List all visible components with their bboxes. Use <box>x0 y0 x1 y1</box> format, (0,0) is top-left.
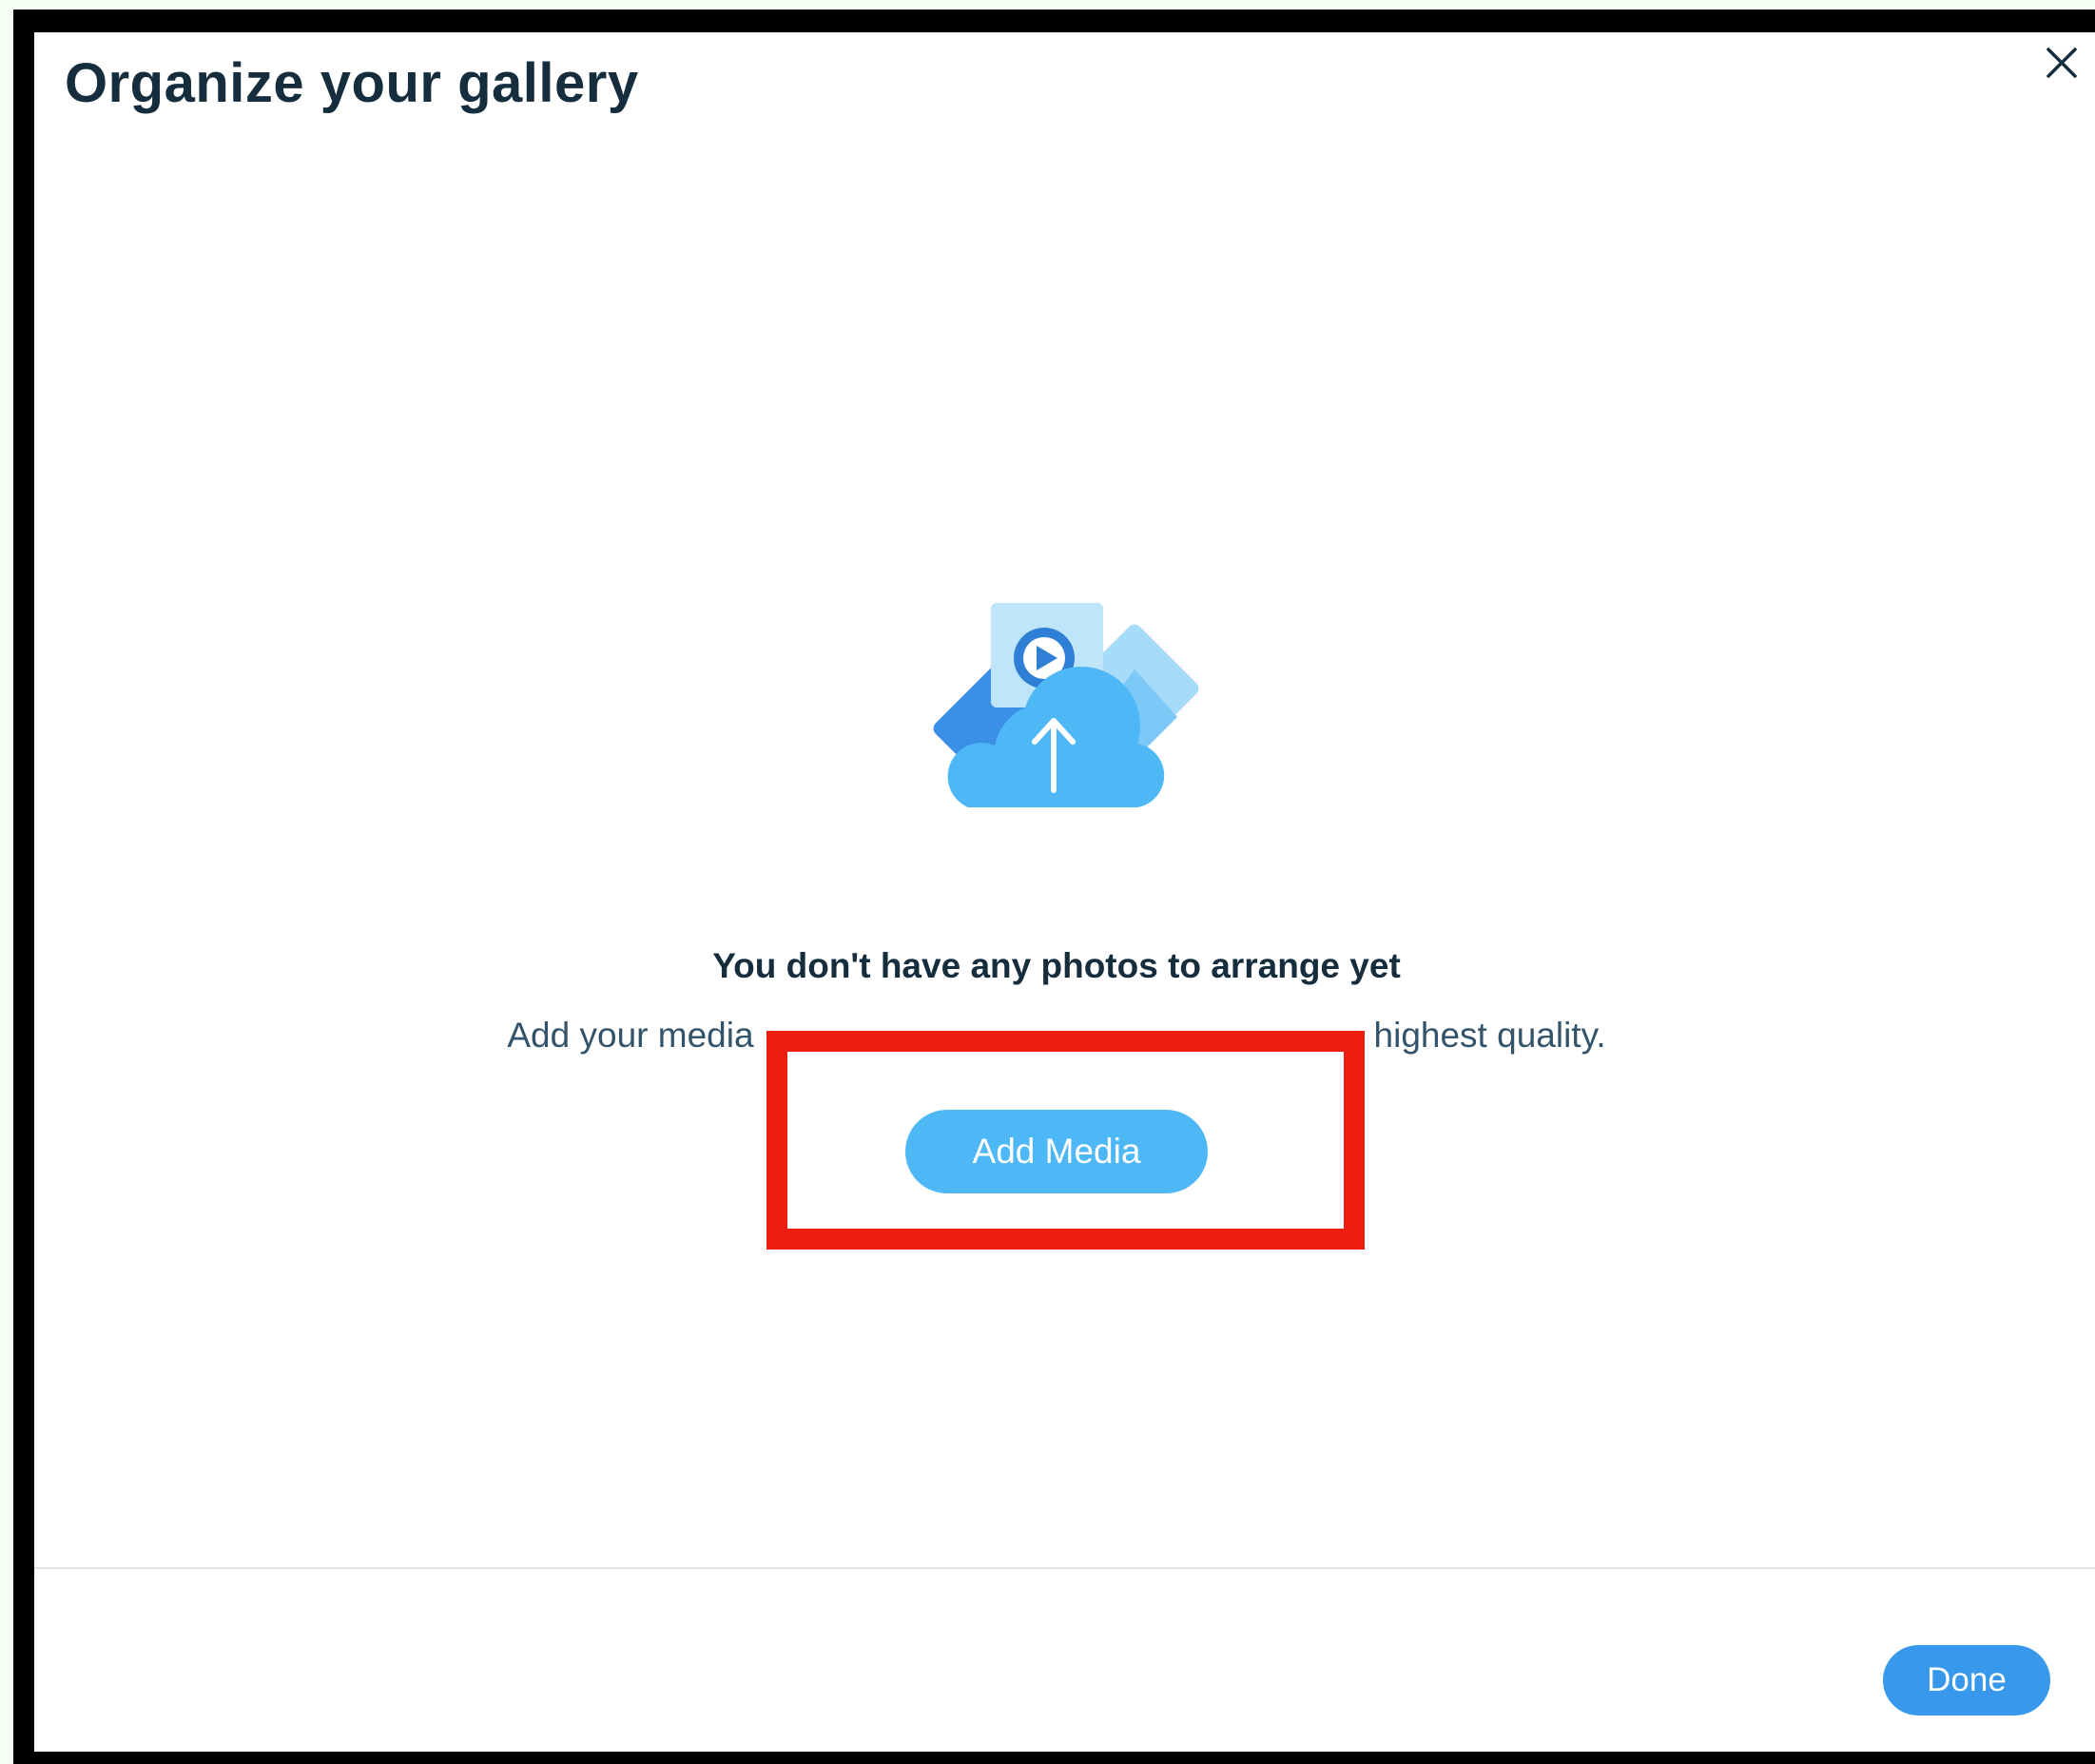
empty-state-description: Add your media highest quality. <box>34 1016 2079 1056</box>
empty-state-heading: You don't have any photos to arrange yet <box>712 946 1401 985</box>
description-start: Add your media <box>507 1016 754 1055</box>
dialog-title: Organize your gallery <box>65 52 639 114</box>
organize-gallery-dialog: Organize your gallery You don't have any… <box>34 32 2095 1752</box>
done-button[interactable]: Done <box>1883 1645 2050 1716</box>
cloud-upload-media-icon <box>933 603 1199 807</box>
footer-divider <box>34 1567 2095 1569</box>
close-button[interactable] <box>2035 36 2088 89</box>
add-media-button[interactable]: Add Media <box>905 1110 1208 1193</box>
close-icon <box>2047 48 2077 78</box>
description-end: highest quality. <box>1373 1016 1606 1055</box>
